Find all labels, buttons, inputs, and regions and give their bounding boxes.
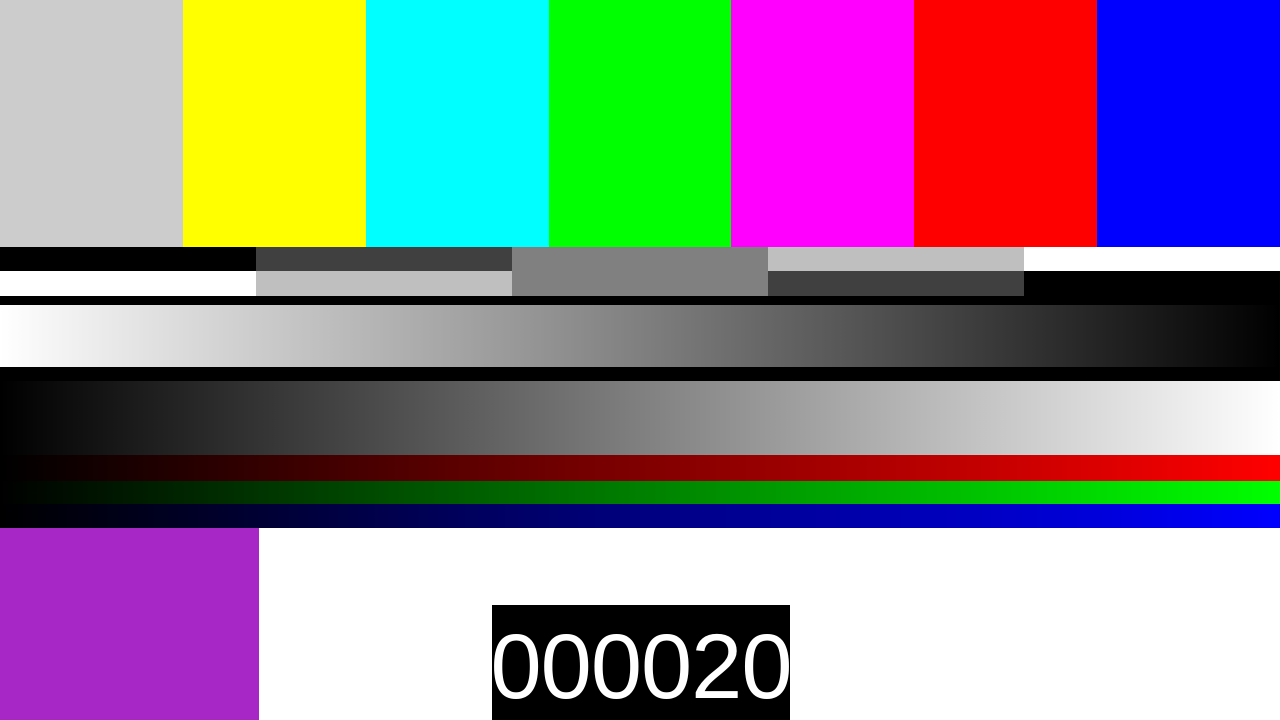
gray-step-upper xyxy=(256,247,512,271)
color-bar xyxy=(365,0,549,247)
gray-step-upper xyxy=(768,247,1024,271)
frame-counter-value: 000020 xyxy=(490,615,793,718)
luma-gradient-white-to-black xyxy=(0,305,1280,367)
gray-step-lower xyxy=(256,271,512,296)
color-bar xyxy=(548,0,732,247)
test-pattern: 000020 xyxy=(0,0,1280,720)
gray-step-lower xyxy=(512,271,768,296)
color-bar xyxy=(731,0,915,247)
gray-step-upper xyxy=(0,247,256,271)
gray-step-upper xyxy=(512,247,768,271)
color-bar xyxy=(182,0,366,247)
blue-gradient xyxy=(0,504,1280,528)
gray-step-lower xyxy=(768,271,1024,296)
luma-gradient-black-to-white xyxy=(0,381,1280,455)
gray-step-lower xyxy=(1024,271,1280,296)
frame-counter: 000020 xyxy=(490,605,793,720)
color-bar xyxy=(1097,0,1280,247)
gray-steps xyxy=(0,247,1280,296)
gray-step-lower xyxy=(0,271,256,296)
gray-step-upper xyxy=(1024,247,1280,271)
color-bars xyxy=(0,0,1280,247)
color-bar xyxy=(0,0,183,247)
purple-swatch xyxy=(0,528,259,720)
green-gradient xyxy=(0,481,1280,504)
color-bar xyxy=(914,0,1098,247)
red-gradient xyxy=(0,455,1280,481)
